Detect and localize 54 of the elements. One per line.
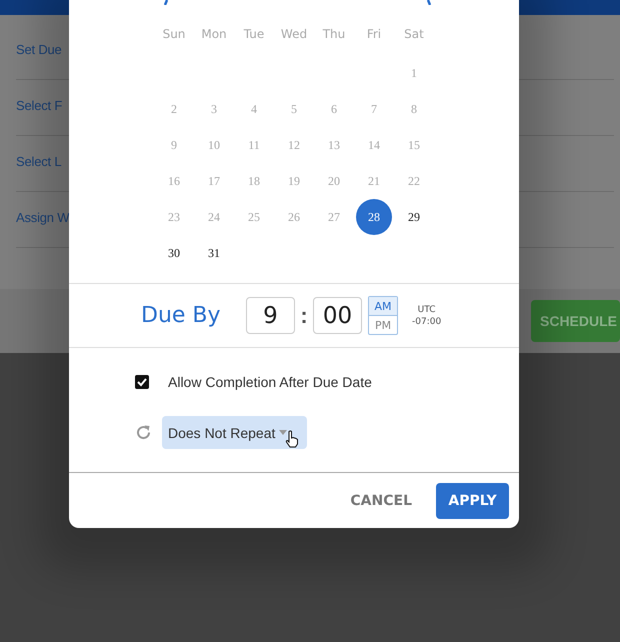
- weekday-label: Fri: [366, 27, 382, 41]
- calendar-day: 3: [196, 91, 232, 127]
- calendar-day: 25: [236, 199, 272, 235]
- meridiem-toggle[interactable]: AM: [369, 297, 397, 316]
- checkbox-label: Allow Completion After Due Date: [168, 374, 372, 390]
- calendar-day: 6: [316, 91, 352, 127]
- due-by-label: Due By: [141, 303, 222, 328]
- calendar-day: 11: [236, 127, 272, 163]
- calendar-day: 4: [236, 91, 272, 127]
- calendar-day: 16: [156, 163, 192, 199]
- calendar-day: 5: [276, 91, 312, 127]
- timezone-label: -07:00: [412, 316, 442, 328]
- calendar-day: 13: [316, 127, 352, 163]
- time-separator: :: [299, 302, 309, 328]
- calendar-day: 22: [396, 163, 432, 199]
- calendar-day: 14: [356, 127, 392, 163]
- calendar-day: 19: [276, 163, 312, 199]
- calendar-day: 17: [196, 163, 232, 199]
- weekday-label: Mon: [200, 27, 228, 41]
- weekday-label: Sun: [162, 27, 186, 41]
- checkbox[interactable]: [135, 375, 149, 389]
- calendar-day[interactable]: 30: [156, 235, 192, 271]
- calendar-day: 1: [396, 55, 432, 91]
- timezone-label: UTC: [418, 304, 436, 316]
- calendar-day: 21: [356, 163, 392, 199]
- calendar-day: 15: [396, 127, 432, 163]
- calendar-day: 18: [236, 163, 272, 199]
- weekday-label: Thu: [322, 27, 346, 41]
- calendar-day: 27: [316, 199, 352, 235]
- calendar-day: 12: [276, 127, 312, 163]
- calendar-day: 26: [276, 199, 312, 235]
- calendar-day: 20: [316, 163, 352, 199]
- cancel-button[interactable]: CANCEL: [346, 484, 416, 516]
- caret-icon: [279, 430, 288, 435]
- calendar-day: 10: [196, 127, 232, 163]
- weekday-label: Wed: [280, 27, 308, 41]
- calendar-day: 24: [196, 199, 232, 235]
- calendar-day: 7: [356, 91, 392, 127]
- calendar-day: 8: [396, 91, 432, 127]
- minute-field[interactable]: 00: [313, 297, 362, 334]
- meridiem-toggle[interactable]: PM: [369, 316, 397, 334]
- apply-button[interactable]: APPLY: [436, 482, 509, 518]
- weekday-label: Tue: [242, 27, 266, 41]
- refresh-icon: [135, 424, 152, 441]
- weekday-label: Sat: [403, 27, 425, 41]
- hour-field[interactable]: 9: [246, 297, 295, 334]
- calendar-day: 23: [156, 199, 192, 235]
- calendar-day[interactable]: 31: [196, 235, 232, 271]
- calendar-day: 2: [156, 91, 192, 127]
- calendar-day[interactable]: 29: [396, 199, 432, 235]
- repeat-dropdown[interactable]: Does Not Repeat: [162, 416, 307, 449]
- calendar-day: 9: [156, 127, 192, 163]
- selected-day[interactable]: 28: [356, 199, 392, 235]
- hand-cursor-icon: [285, 430, 299, 448]
